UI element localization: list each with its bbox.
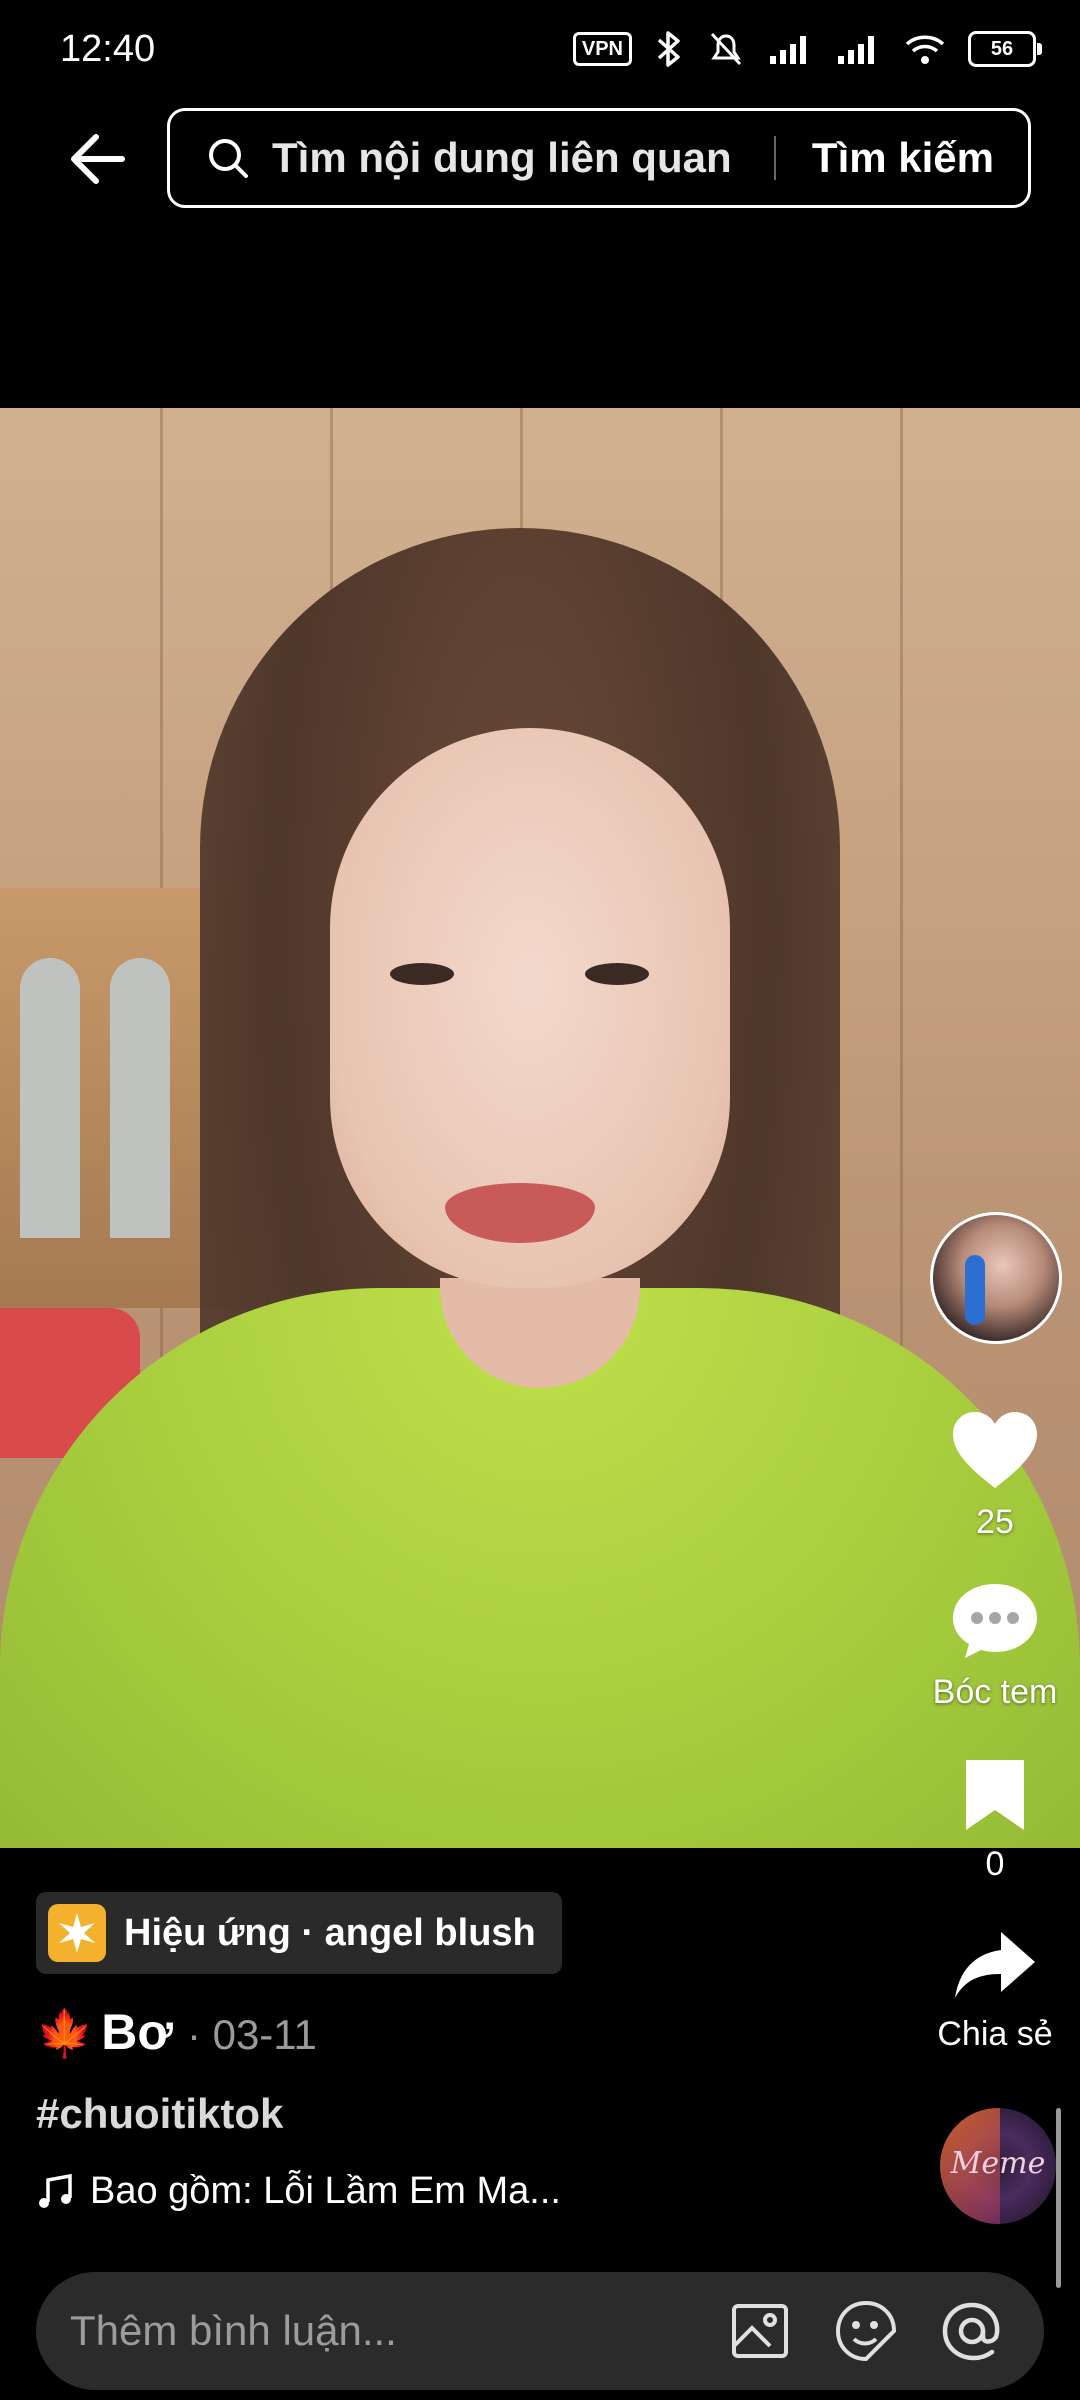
mention-button[interactable] [940,2299,1004,2363]
comment-icon [953,1584,1037,1658]
image-icon [732,2304,788,2358]
author-name[interactable]: Bơ [101,2003,173,2061]
back-arrow-icon [71,134,125,184]
person-eye [585,963,649,985]
share-label: Chia sẻ [937,2015,1053,2053]
scrollbar[interactable] [1056,2108,1061,2288]
music-title: Bao gồm: Lỗi Lầm Em Ma... [90,2170,561,2212]
effect-chip[interactable]: Hiệu ứng · angel blush [36,1892,562,1974]
creator-avatar[interactable] [930,1212,1062,1344]
search-input[interactable]: Tìm nội dung liên quan [272,134,774,182]
status-time: 12:40 [60,28,156,70]
heart-icon [953,1412,1037,1488]
silent-icon [710,32,742,66]
post-date: · 03-11 [186,2011,317,2058]
comment-bar[interactable]: Thêm bình luận... [36,2272,1044,2390]
sticker-icon [835,2300,897,2362]
share-button[interactable]: Chia sẻ [920,1928,1070,2054]
author-line[interactable]: 🍁 Bơ · 03-11 [36,2003,317,2061]
bookmark-count: 0 [985,1845,1005,1883]
share-icon [955,1932,1035,1998]
sticker-button[interactable] [834,2299,898,2363]
music-disc[interactable]: Meme [940,2108,1056,2224]
avatar-decoration [965,1255,985,1325]
signal-icon [838,36,874,64]
search-button[interactable]: Tìm kiếm [776,134,1028,182]
comment-input[interactable]: Thêm bình luận... [70,2307,728,2355]
battery-icon: 56 [968,31,1042,67]
vpn-icon: VPN [572,32,632,66]
disc-logo: Meme [950,2146,1046,2181]
bluetooth-icon [657,31,680,67]
effect-label: Hiệu ứng · angel blush [124,1911,536,1954]
comment-button[interactable]: Bóc tem [920,1580,1070,1712]
maple-leaf-icon: 🍁 [36,2007,94,2059]
search-bar[interactable]: Tìm nội dung liên quan Tìm kiếm [167,108,1031,208]
wifi-icon [905,35,945,64]
music-note-icon [39,2173,72,2208]
at-sign-icon [942,2302,1000,2361]
like-button[interactable]: 25 [920,1408,1070,1542]
comment-label: Bóc tem [932,1673,1058,1711]
person-eye [390,963,454,985]
video-player[interactable] [0,408,1080,1848]
hashtag-link[interactable]: #chuoitiktok [36,2090,283,2138]
bookmark-icon [966,1760,1024,1830]
search-icon [209,139,248,178]
signal-icon [770,36,806,64]
bookmark-button[interactable]: 0 [920,1756,1070,1884]
like-count: 25 [976,1503,1014,1541]
back-button[interactable] [56,125,136,193]
sparkle-icon [48,1904,106,1962]
music-info[interactable]: Bao gồm: Lỗi Lầm Em Ma... [36,2170,561,2213]
status-icons: VPN 56 [572,30,1042,68]
image-button[interactable] [728,2299,792,2363]
